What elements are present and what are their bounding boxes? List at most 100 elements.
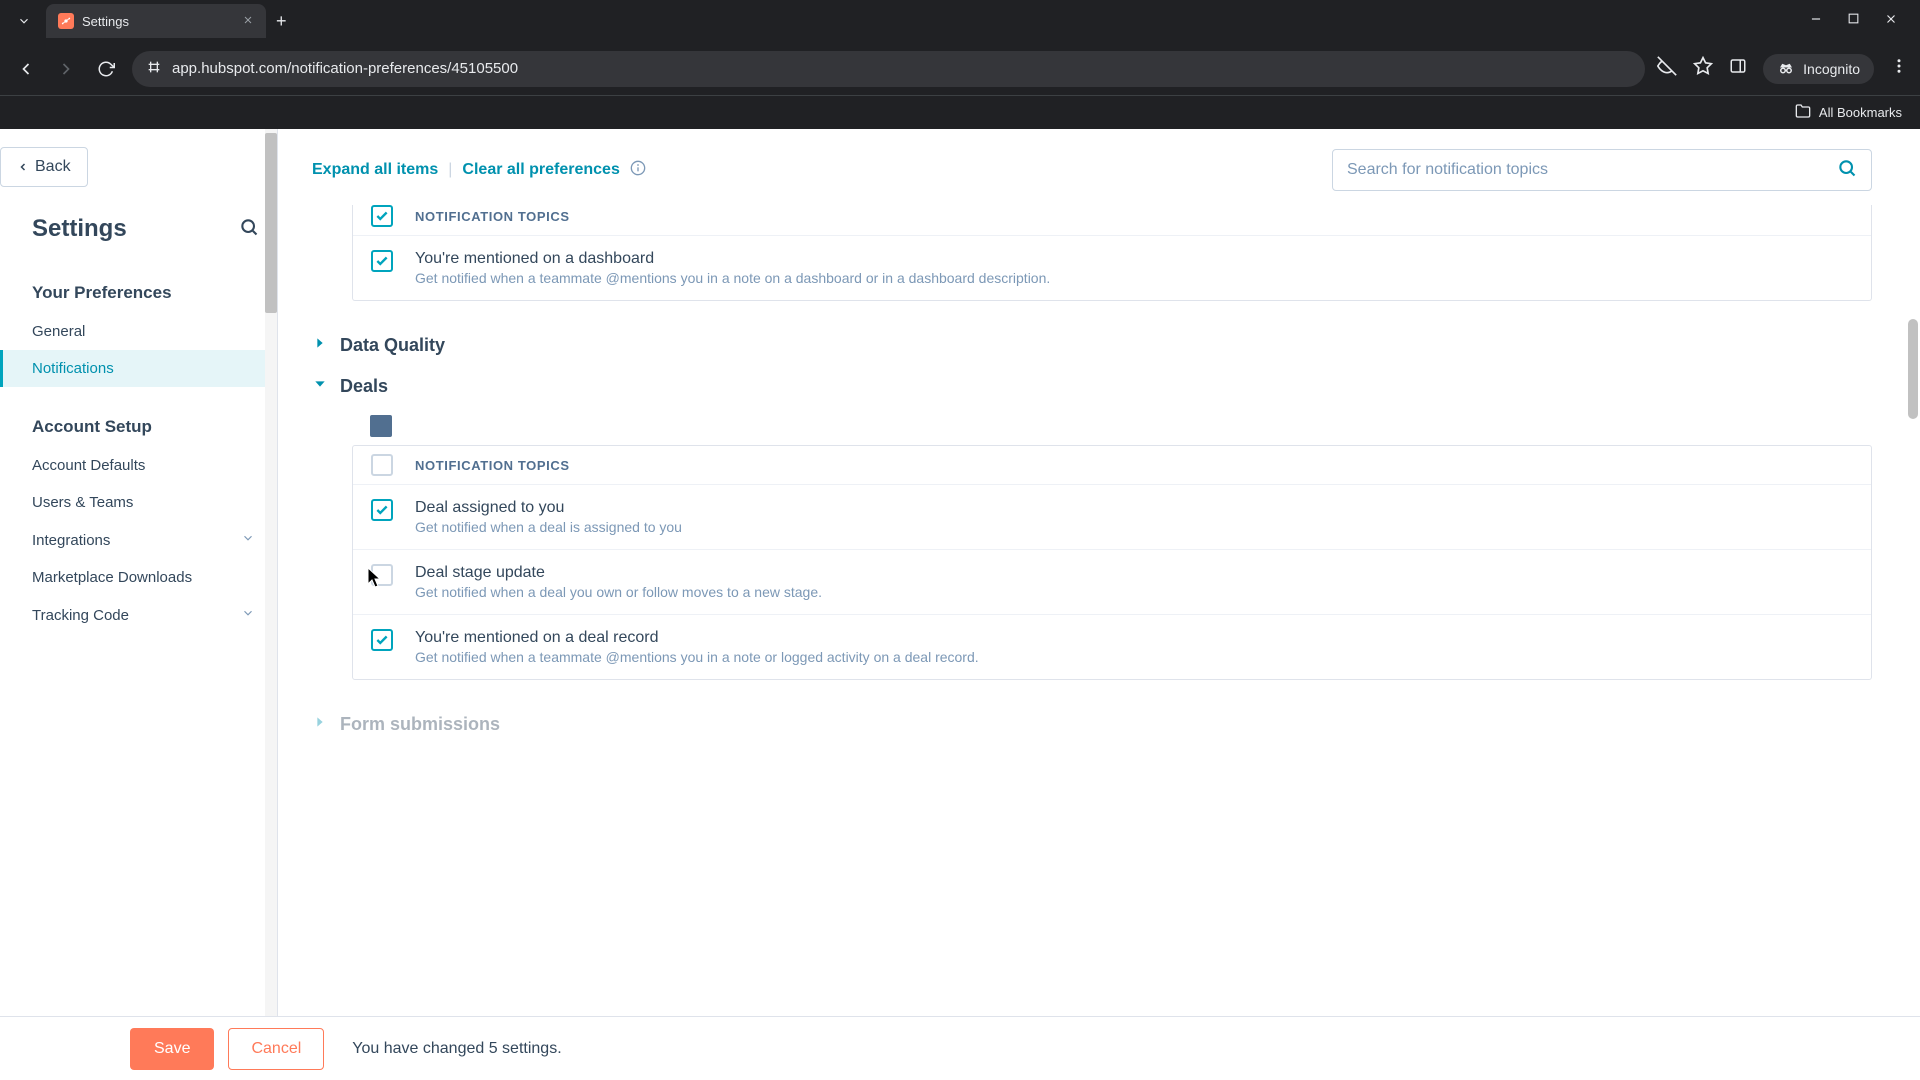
incognito-icon	[1777, 60, 1795, 78]
topic-desc: Get notified when a deal is assigned to …	[415, 519, 682, 535]
topic-desc: Get notified when a deal you own or foll…	[415, 584, 822, 600]
nav-item-marketplace[interactable]: Marketplace Downloads	[0, 559, 277, 596]
bookmarks-bar: All Bookmarks	[0, 95, 1920, 129]
main-content: Expand all items | Clear all preferences…	[278, 129, 1920, 1016]
save-footer: Save Cancel You have changed 5 settings.	[0, 1016, 1920, 1080]
topic-desc: Get notified when a teammate @mentions y…	[415, 649, 979, 665]
main-scrollbar-track	[1906, 129, 1920, 1016]
eye-off-icon[interactable]	[1657, 56, 1677, 81]
section-title: Form submissions	[340, 714, 500, 735]
app-container: Back Settings Your Preferences General N…	[0, 129, 1920, 1016]
topic-checkbox[interactable]	[371, 250, 393, 272]
window-controls	[1809, 12, 1912, 31]
sidebar-scrollbar-thumb[interactable]	[265, 133, 277, 313]
section-title: Data Quality	[340, 335, 445, 356]
back-button[interactable]: Back	[0, 147, 88, 187]
topic-desc: Get notified when a teammate @mentions y…	[415, 270, 1050, 286]
section-data-quality[interactable]: Data Quality	[312, 325, 1872, 366]
clear-all-link[interactable]: Clear all preferences	[462, 161, 619, 179]
main-scrollbar-thumb[interactable]	[1908, 319, 1918, 419]
topic-checkbox[interactable]	[371, 499, 393, 521]
nav-item-label: Marketplace Downloads	[32, 569, 192, 586]
panel-header-row: NOTIFICATION TOPICS	[353, 446, 1871, 485]
chevron-down-icon	[312, 376, 328, 397]
save-button[interactable]: Save	[130, 1028, 214, 1070]
active-tab[interactable]: Settings	[46, 4, 266, 38]
topics-header-label: NOTIFICATION TOPICS	[415, 458, 570, 473]
browser-menu-icon[interactable]	[1890, 57, 1908, 80]
topic-checkbox[interactable]	[371, 629, 393, 651]
incognito-badge[interactable]: Incognito	[1763, 54, 1874, 84]
site-info-icon[interactable]	[146, 59, 162, 79]
address-bar-row: app.hubspot.com/notification-preferences…	[0, 42, 1920, 95]
settings-search-icon[interactable]	[239, 217, 259, 242]
chevron-down-icon	[241, 531, 255, 549]
settings-title: Settings	[32, 215, 127, 243]
bookmark-star-icon[interactable]	[1693, 56, 1713, 81]
email-icon[interactable]	[370, 415, 392, 437]
changes-message: You have changed 5 settings.	[352, 1040, 561, 1058]
nav-item-account-defaults[interactable]: Account Defaults	[0, 447, 277, 484]
top-links: Expand all items | Clear all preferences	[312, 160, 646, 181]
topic-title: You're mentioned on a deal record	[415, 629, 979, 647]
close-window-icon[interactable]	[1884, 12, 1898, 31]
nav-item-tracking-code[interactable]: Tracking Code	[0, 596, 277, 634]
chevron-right-icon	[312, 335, 328, 356]
topic-text: Deal stage update Get notified when a de…	[415, 564, 822, 600]
deals-topics-panel: NOTIFICATION TOPICS Deal assigned to you…	[352, 445, 1872, 680]
nav-section-preferences: Your Preferences General Notifications	[0, 261, 277, 395]
chevron-right-icon	[312, 714, 328, 735]
section-form-submissions[interactable]: Form submissions	[312, 704, 1872, 745]
nav-item-label: General	[32, 323, 85, 340]
minimize-icon[interactable]	[1809, 12, 1823, 31]
nav-item-integrations[interactable]: Integrations	[0, 521, 277, 559]
new-tab-button[interactable]: +	[276, 11, 287, 32]
nav-item-label: Users & Teams	[32, 494, 133, 511]
nav-section-account: Account Setup Account Defaults Users & T…	[0, 395, 277, 642]
settings-sidebar: Back Settings Your Preferences General N…	[0, 129, 278, 1016]
settings-header: Settings	[0, 187, 277, 261]
topic-row-deal-mention: You're mentioned on a deal record Get no…	[353, 615, 1871, 679]
info-icon[interactable]	[630, 160, 646, 181]
tab-title: Settings	[82, 14, 129, 29]
topic-checkbox[interactable]	[371, 564, 393, 586]
separator: |	[448, 161, 452, 179]
incognito-label: Incognito	[1803, 61, 1860, 77]
email-channel-row	[312, 407, 1872, 445]
expand-all-link[interactable]: Expand all items	[312, 161, 438, 179]
search-icon[interactable]	[1837, 158, 1857, 183]
nav-item-label: Account Defaults	[32, 457, 145, 474]
side-panel-icon[interactable]	[1729, 57, 1747, 80]
topic-row-deal-assigned: Deal assigned to you Get notified when a…	[353, 485, 1871, 550]
address-bar[interactable]: app.hubspot.com/notification-preferences…	[132, 51, 1645, 87]
topic-row-deal-stage: Deal stage update Get notified when a de…	[353, 550, 1871, 615]
close-tab-icon[interactable]	[242, 14, 254, 29]
topic-text: You're mentioned on a deal record Get no…	[415, 629, 979, 665]
tab-bar: Settings +	[0, 0, 1920, 42]
folder-icon	[1795, 103, 1811, 122]
tab-search-dropdown[interactable]	[8, 5, 40, 37]
nav-item-notifications[interactable]: Notifications	[0, 350, 277, 387]
topic-search-box[interactable]	[1332, 149, 1872, 191]
cancel-button[interactable]: Cancel	[228, 1028, 324, 1070]
all-bookmarks-link[interactable]: All Bookmarks	[1819, 105, 1902, 120]
select-all-checkbox[interactable]	[371, 454, 393, 476]
forward-nav-icon[interactable]	[52, 55, 80, 83]
nav-item-label: Integrations	[32, 532, 110, 549]
topic-search-input[interactable]	[1347, 161, 1827, 179]
topic-title: Deal stage update	[415, 564, 822, 582]
reload-icon[interactable]	[92, 55, 120, 83]
topic-row-dashboard-mention: You're mentioned on a dashboard Get noti…	[353, 236, 1871, 300]
section-deals[interactable]: Deals	[312, 366, 1872, 407]
nav-heading-account: Account Setup	[0, 403, 277, 447]
topic-text: Deal assigned to you Get notified when a…	[415, 499, 682, 535]
dashboard-topics-panel: NOTIFICATION TOPICS You're mentioned on …	[352, 205, 1872, 301]
select-all-checkbox[interactable]	[371, 205, 393, 227]
nav-item-general[interactable]: General	[0, 313, 277, 350]
maximize-icon[interactable]	[1847, 12, 1860, 31]
chevron-left-icon	[17, 161, 29, 173]
back-nav-icon[interactable]	[12, 55, 40, 83]
chevron-down-icon	[241, 606, 255, 624]
topic-title: Deal assigned to you	[415, 499, 682, 517]
nav-item-users-teams[interactable]: Users & Teams	[0, 484, 277, 521]
